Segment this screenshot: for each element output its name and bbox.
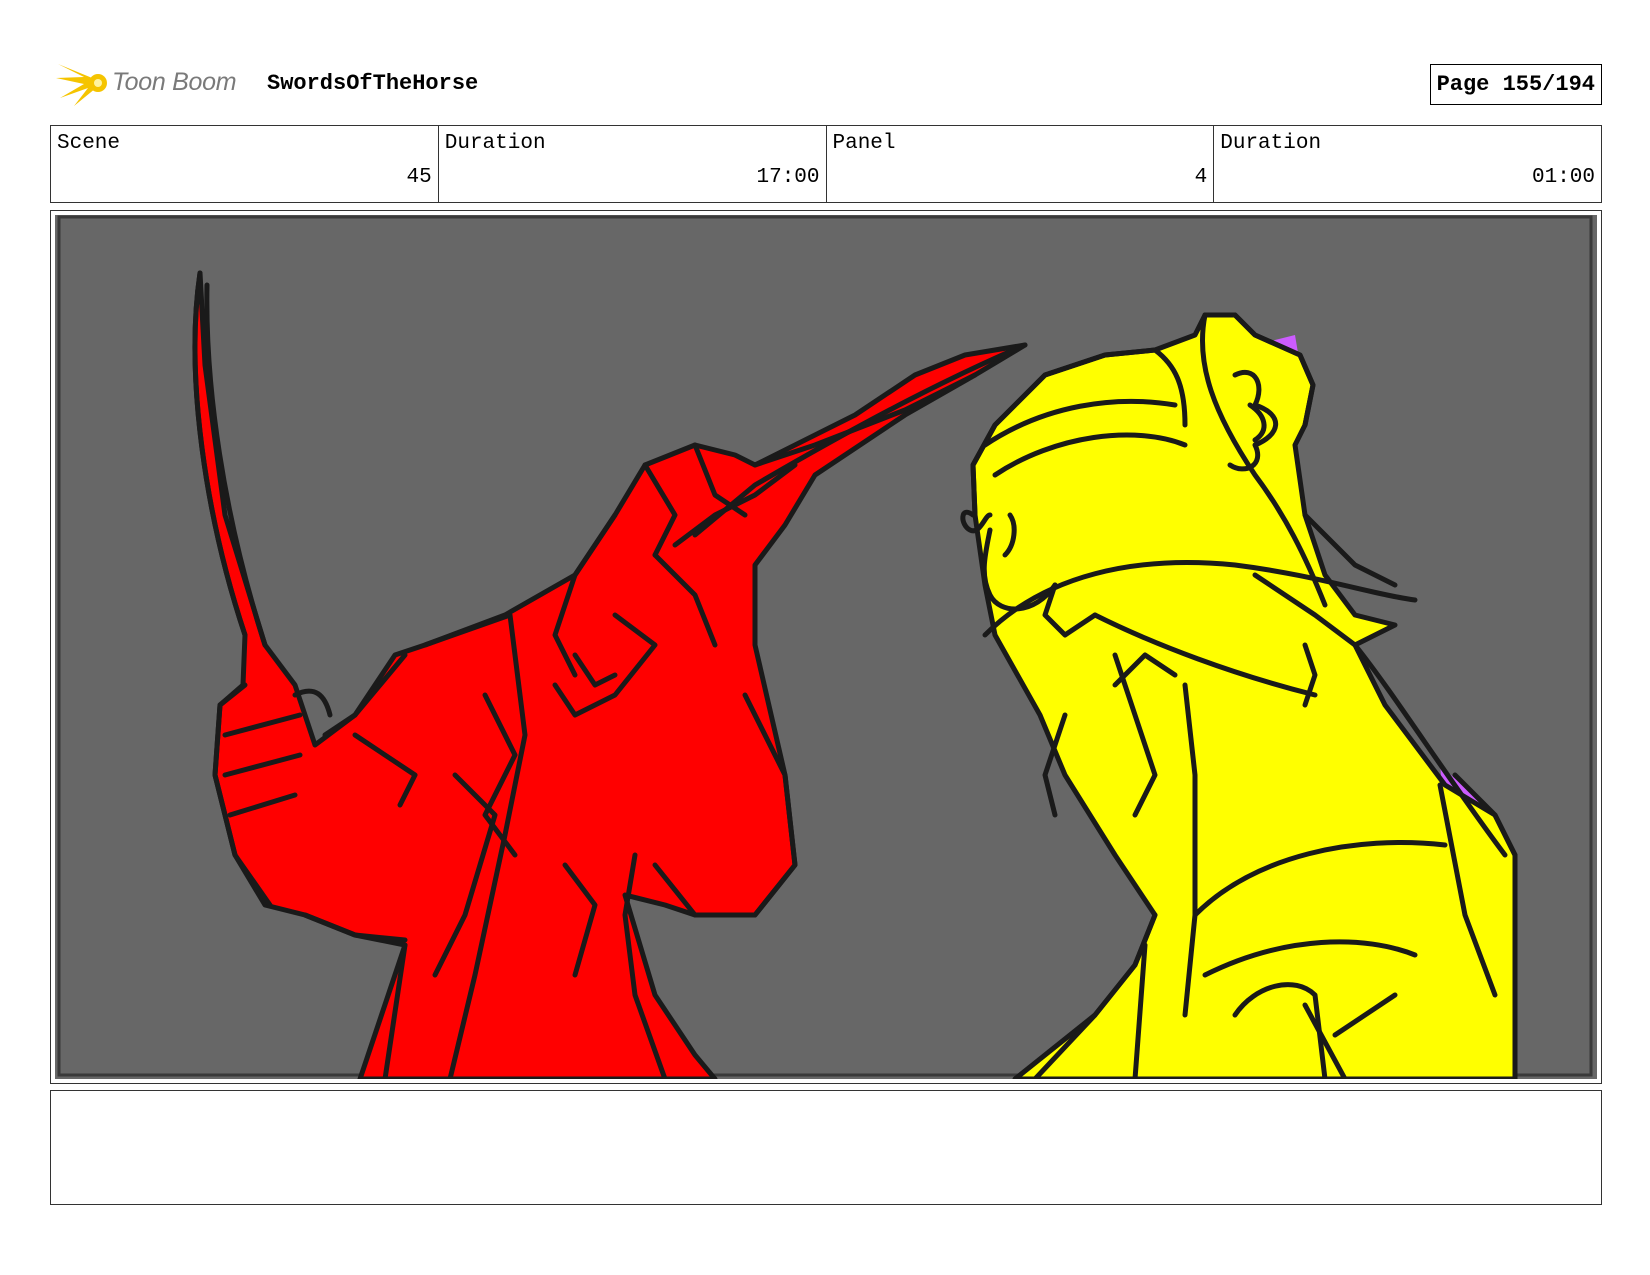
- scene-duration-label: Duration: [444, 132, 546, 155]
- panel-notes: [50, 1090, 1602, 1205]
- panel-value: 4: [1194, 166, 1208, 189]
- page-indicator: Page 155/194: [1429, 64, 1602, 105]
- scene-info-table: Scene 45 Duration 17:00 Panel 4 Duration…: [50, 125, 1602, 203]
- panel-duration-cell: Duration 01:00: [1214, 126, 1601, 202]
- starburst-icon: [56, 64, 107, 106]
- panel-frame: [50, 210, 1602, 1084]
- scene-duration-cell: Duration 17:00: [439, 126, 827, 202]
- panel-duration-label: Duration: [1220, 132, 1322, 155]
- panel-cell: Panel 4: [827, 126, 1215, 202]
- scene-value: 45: [406, 166, 432, 189]
- storyboard-sketch: [55, 215, 1597, 1079]
- toon-boom-logo: Toon Boom: [54, 58, 254, 108]
- logo-text: Toon Boom: [112, 68, 237, 96]
- panel-drawing: [55, 215, 1597, 1079]
- panel-duration-value: 01:00: [1531, 166, 1595, 189]
- scene-duration-value: 17:00: [756, 166, 820, 189]
- storyboard-header: Toon Boom SwordsOfTheHorse Page 155/194: [50, 56, 1602, 110]
- project-title: SwordsOfTheHorse: [267, 71, 479, 96]
- scene-cell: Scene 45: [51, 126, 439, 202]
- scene-label: Scene: [57, 132, 121, 155]
- panel-label: Panel: [832, 132, 896, 155]
